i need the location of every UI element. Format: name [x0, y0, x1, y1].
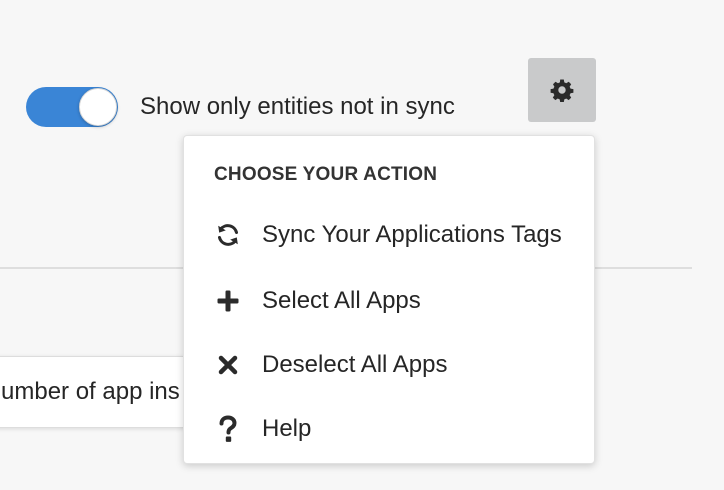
menu-item-label: Select All Apps — [262, 287, 421, 314]
gear-icon — [550, 79, 574, 102]
menu-item-label: Sync Your Applications Tags — [262, 221, 562, 248]
question-icon — [213, 414, 243, 444]
settings-button[interactable] — [528, 58, 596, 122]
menu-item-label: Help — [262, 415, 312, 442]
menu-item-label: Deselect All Apps — [262, 351, 448, 378]
menu-header: CHOOSE YOUR ACTION — [214, 164, 438, 185]
sync-filter-toggle[interactable] — [26, 87, 118, 127]
menu-item-sync-tags[interactable]: Sync Your Applications Tags — [183, 210, 595, 260]
plus-icon — [213, 286, 243, 316]
menu-item-deselect-all[interactable]: Deselect All Apps — [183, 340, 595, 390]
sync-filter-label: Show only entities not in sync — [140, 93, 455, 120]
toggle-knob — [79, 88, 117, 126]
sync-icon — [213, 220, 243, 250]
search-input-value: umber of app ins — [1, 378, 180, 405]
menu-item-help[interactable]: Help — [183, 404, 595, 454]
search-input[interactable]: umber of app ins — [0, 356, 206, 428]
menu-item-select-all[interactable]: Select All Apps — [183, 276, 595, 326]
close-icon — [213, 350, 243, 380]
